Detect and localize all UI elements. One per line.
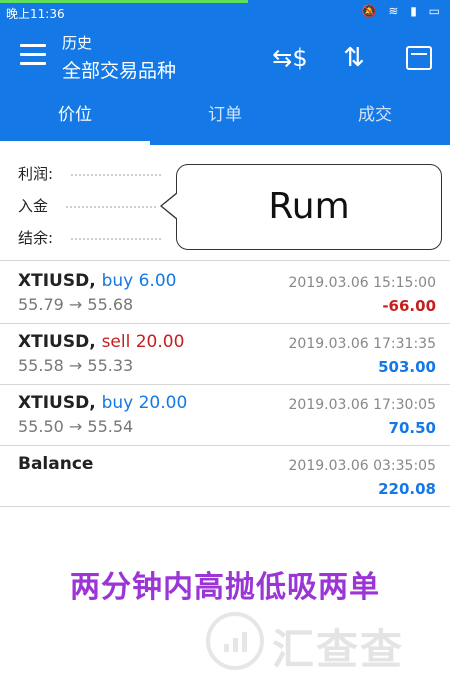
mute-icon: 🔕 [361, 4, 381, 18]
calendar-icon[interactable] [406, 46, 432, 70]
trade-direction: buy 20.00 [101, 393, 188, 413]
deposit-row: 入金 [18, 195, 157, 216]
trade-symbol: XTIUSD, [18, 332, 96, 352]
bar-chart-icon [224, 628, 250, 652]
menu-icon[interactable] [20, 44, 46, 66]
sort-arrows-icon[interactable]: ⇅ [336, 40, 372, 76]
trade-row[interactable]: XTIUSD, sell 20.00 55.58 → 55.33 2019.03… [0, 324, 450, 385]
active-tab-indicator [0, 141, 150, 145]
trade-profit: 70.50 [388, 419, 436, 437]
title-block[interactable]: 历史 全部交易品种 [62, 32, 176, 83]
app-bar: 历史 全部交易品种 ⇆$ ⇅ [0, 26, 450, 90]
deposit-label: 入金 [18, 197, 49, 215]
trade-symbol: Balance [18, 454, 94, 474]
trade-row[interactable]: XTIUSD, buy 20.00 55.50 → 55.54 2019.03.… [0, 385, 450, 446]
trade-datetime: 2019.03.06 03:35:05 [288, 458, 437, 474]
wifi-icon: ≋ [388, 4, 403, 18]
trade-datetime: 2019.03.06 17:31:35 [288, 336, 437, 352]
balance-label: 结余: [18, 229, 54, 247]
tab-orders[interactable]: 订单 [150, 90, 300, 145]
trade-profit: 220.08 [378, 480, 436, 498]
trade-direction: buy 6.00 [101, 271, 177, 291]
watermark-text: 汇查查 [272, 625, 405, 674]
status-bar: 晚上11:36 🔕 ≋ ▮ ▭ [0, 0, 450, 26]
trade-prices: 55.79 → 55.68 [18, 295, 134, 314]
trade-direction: sell 20.00 [101, 332, 185, 352]
overlay-caption: 两分钟内高抛低吸两单 [70, 570, 380, 605]
battery-icon: ▭ [428, 4, 444, 18]
profit-row: 利润: [18, 163, 162, 184]
balance-row-entry[interactable]: Balance 2019.03.06 03:35:05 220.08 [0, 446, 450, 507]
status-icons: 🔕 ≋ ▮ ▭ [362, 4, 444, 18]
trade-symbol: XTIUSD, [18, 271, 96, 291]
page-title: 历史 [62, 34, 93, 52]
balance-row: 结余: [18, 227, 162, 248]
tab-deals[interactable]: 成交 [300, 90, 450, 145]
trade-datetime: 2019.03.06 15:15:00 [288, 275, 437, 291]
trade-symbol: XTIUSD, [18, 393, 96, 413]
speech-bubble: Rum [176, 164, 442, 250]
speech-bubble-tail-fill [162, 193, 178, 219]
status-time: 晚上11:36 [6, 7, 65, 21]
currency-exchange-icon[interactable]: ⇆$ [272, 40, 308, 76]
trade-profit: -66.00 [382, 297, 436, 315]
tab-bar: 价位 订单 成交 [0, 90, 450, 145]
trade-row[interactable]: XTIUSD, buy 6.00 55.79 → 55.68 2019.03.0… [0, 263, 450, 324]
trade-prices: 55.50 → 55.54 [18, 417, 134, 436]
progress-indicator [0, 0, 248, 3]
profit-label: 利润: [18, 165, 54, 183]
trade-prices: 55.58 → 55.33 [18, 356, 134, 375]
symbol-filter[interactable]: 全部交易品种 [62, 56, 176, 83]
trade-datetime: 2019.03.06 17:30:05 [288, 397, 437, 413]
trade-profit: 503.00 [378, 358, 436, 376]
tab-price[interactable]: 价位 [0, 90, 150, 145]
signal-icon: ▮ [410, 4, 421, 18]
